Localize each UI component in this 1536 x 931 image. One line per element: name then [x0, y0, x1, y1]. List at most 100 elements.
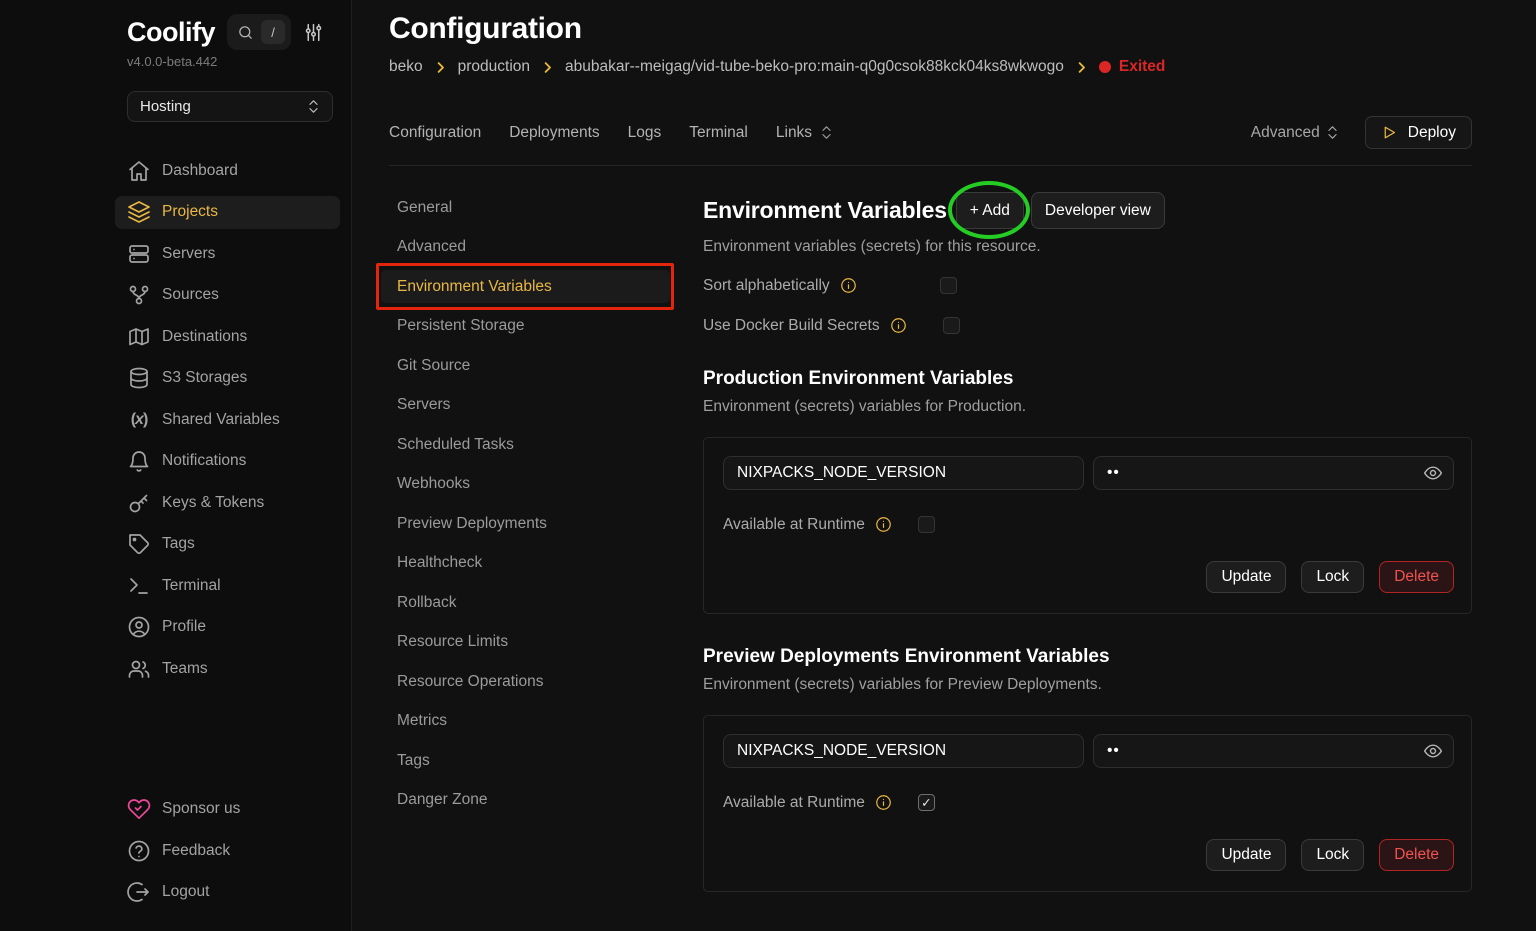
preview-variable-card: Available at Runtime Update Lock Delete	[703, 715, 1472, 892]
logout-icon	[127, 880, 151, 904]
sidebar-item-teams[interactable]: Teams	[115, 652, 340, 685]
sidebar-item-shared-variables[interactable]: (x) Shared Variables	[115, 403, 340, 436]
preview-section-subtitle: Environment (secrets) variables for Prev…	[703, 676, 1472, 694]
subnav-label: Resource Operations	[397, 673, 543, 691]
panel-header: Environment Variables + Add Developer vi…	[703, 192, 1472, 229]
sort-alphabetically-checkbox[interactable]	[940, 277, 957, 294]
home-icon	[127, 159, 151, 183]
environment-variables-panel: Environment Variables + Add Developer vi…	[703, 192, 1472, 931]
team-select[interactable]: Hosting	[127, 91, 333, 122]
tab-links[interactable]: Links	[776, 124, 835, 142]
subnav-item-danger-zone[interactable]: Danger Zone	[381, 784, 670, 817]
breadcrumb-team[interactable]: beko	[389, 58, 423, 76]
deploy-button[interactable]: Deploy	[1365, 116, 1472, 149]
search-shortcut-key: /	[261, 20, 285, 44]
subnav-item-git-source[interactable]: Git Source	[381, 349, 670, 382]
tab-configuration[interactable]: Configuration	[389, 124, 481, 142]
variable-value-input[interactable]	[1093, 734, 1454, 768]
tab-deployments[interactable]: Deployments	[509, 124, 599, 142]
deploy-button-label: Deploy	[1408, 124, 1456, 142]
sidebar-item-sponsor-us[interactable]: Sponsor us	[115, 793, 340, 826]
sidebar-item-servers[interactable]: Servers	[115, 237, 340, 270]
tab-terminal[interactable]: Terminal	[689, 124, 748, 142]
subnav-label: Servers	[397, 396, 450, 414]
available-at-runtime-checkbox[interactable]	[918, 794, 935, 811]
sidebar-item-label: Profile	[162, 618, 206, 636]
tag-icon	[127, 532, 151, 556]
sidebar-item-profile[interactable]: Profile	[115, 611, 340, 644]
subnav-item-advanced[interactable]: Advanced	[381, 231, 670, 264]
subnav-item-webhooks[interactable]: Webhooks	[381, 468, 670, 501]
subnav-item-metrics[interactable]: Metrics	[381, 705, 670, 738]
reveal-value-button[interactable]	[1423, 741, 1443, 761]
main-area: Configuration beko production abubakar--…	[352, 0, 1536, 931]
sidebar-item-terminal[interactable]: Terminal	[115, 569, 340, 602]
advanced-dropdown-label: Advanced	[1251, 124, 1320, 142]
variable-name-input[interactable]	[723, 456, 1084, 490]
info-icon[interactable]	[840, 277, 857, 294]
search-button[interactable]: /	[227, 14, 291, 50]
info-icon[interactable]	[890, 317, 907, 334]
subnav-item-rollback[interactable]: Rollback	[381, 586, 670, 619]
sidebar-item-logout[interactable]: Logout	[115, 876, 340, 909]
available-at-runtime-checkbox[interactable]	[918, 516, 935, 533]
subnav-item-preview-deployments[interactable]: Preview Deployments	[381, 507, 670, 540]
subnav-item-healthcheck[interactable]: Healthcheck	[381, 547, 670, 580]
add-button-wrap: + Add	[956, 192, 1024, 229]
sidebar-header: Coolify /	[127, 14, 332, 50]
variable-name-input[interactable]	[723, 734, 1084, 768]
update-button[interactable]: Update	[1206, 561, 1286, 593]
layers-icon	[127, 200, 151, 224]
sidebar-item-notifications[interactable]: Notifications	[115, 445, 340, 478]
sidebar-item-destinations[interactable]: Destinations	[115, 320, 340, 353]
lock-button[interactable]: Lock	[1301, 561, 1364, 593]
info-icon[interactable]	[875, 516, 892, 533]
sidebar-item-label: Keys & Tokens	[162, 494, 264, 512]
variable-actions: Update Lock Delete	[723, 839, 1454, 871]
sidebar-item-label: Teams	[162, 660, 208, 678]
app-logo: Coolify	[127, 17, 215, 48]
play-icon	[1381, 124, 1398, 141]
sidebar-item-sources[interactable]: Sources	[115, 279, 340, 312]
variable-value-input[interactable]	[1093, 456, 1454, 490]
add-variable-button[interactable]: + Add	[956, 192, 1024, 229]
lock-button[interactable]: Lock	[1301, 839, 1364, 871]
sidebar-item-dashboard[interactable]: Dashboard	[115, 154, 340, 187]
settings-sliders-button[interactable]	[303, 22, 324, 43]
subnav-item-resource-operations[interactable]: Resource Operations	[381, 665, 670, 698]
subnav-item-resource-limits[interactable]: Resource Limits	[381, 626, 670, 659]
subnav-item-servers[interactable]: Servers	[381, 389, 670, 422]
subnav-item-general[interactable]: General	[381, 191, 670, 224]
variable-actions: Update Lock Delete	[723, 561, 1454, 593]
sidebar-item-keys-tokens[interactable]: Keys & Tokens	[115, 486, 340, 519]
sidebar-item-feedback[interactable]: Feedback	[115, 834, 340, 867]
subnav-item-persistent-storage[interactable]: Persistent Storage	[381, 310, 670, 343]
docker-build-secrets-label: Use Docker Build Secrets	[703, 317, 880, 335]
breadcrumb-resource[interactable]: abubakar--meigag/vid-tube-beko-pro:main-…	[565, 58, 1064, 76]
advanced-dropdown[interactable]: Advanced	[1251, 124, 1341, 142]
sidebar-item-tags[interactable]: Tags	[115, 528, 340, 561]
tab-logs[interactable]: Logs	[628, 124, 662, 142]
info-icon[interactable]	[875, 794, 892, 811]
delete-button[interactable]: Delete	[1379, 561, 1454, 593]
subnav-item-tags[interactable]: Tags	[381, 744, 670, 777]
developer-view-button[interactable]: Developer view	[1031, 192, 1165, 229]
subnav-item-scheduled-tasks[interactable]: Scheduled Tasks	[381, 428, 670, 461]
reveal-value-button[interactable]	[1423, 463, 1443, 483]
subnav-label: Environment Variables	[397, 278, 552, 296]
breadcrumb-environment[interactable]: production	[458, 58, 530, 76]
map-icon	[127, 325, 151, 349]
toolbar: Advanced Deploy	[1251, 116, 1472, 149]
subnav-item-environment-variables[interactable]: Environment Variables	[381, 270, 670, 303]
subnav-label: Rollback	[397, 594, 456, 612]
git-branch-icon	[127, 283, 151, 307]
delete-button[interactable]: Delete	[1379, 839, 1454, 871]
sidebar-item-projects[interactable]: Projects	[115, 196, 340, 229]
sidebar-item-label: S3 Storages	[162, 369, 247, 387]
chevron-updown-icon	[305, 98, 322, 115]
docker-build-secrets-checkbox[interactable]	[943, 317, 960, 334]
page-title: Configuration	[389, 12, 1472, 46]
sidebar-item-s3-storages[interactable]: S3 Storages	[115, 362, 340, 395]
update-button[interactable]: Update	[1206, 839, 1286, 871]
database-icon	[127, 366, 151, 390]
